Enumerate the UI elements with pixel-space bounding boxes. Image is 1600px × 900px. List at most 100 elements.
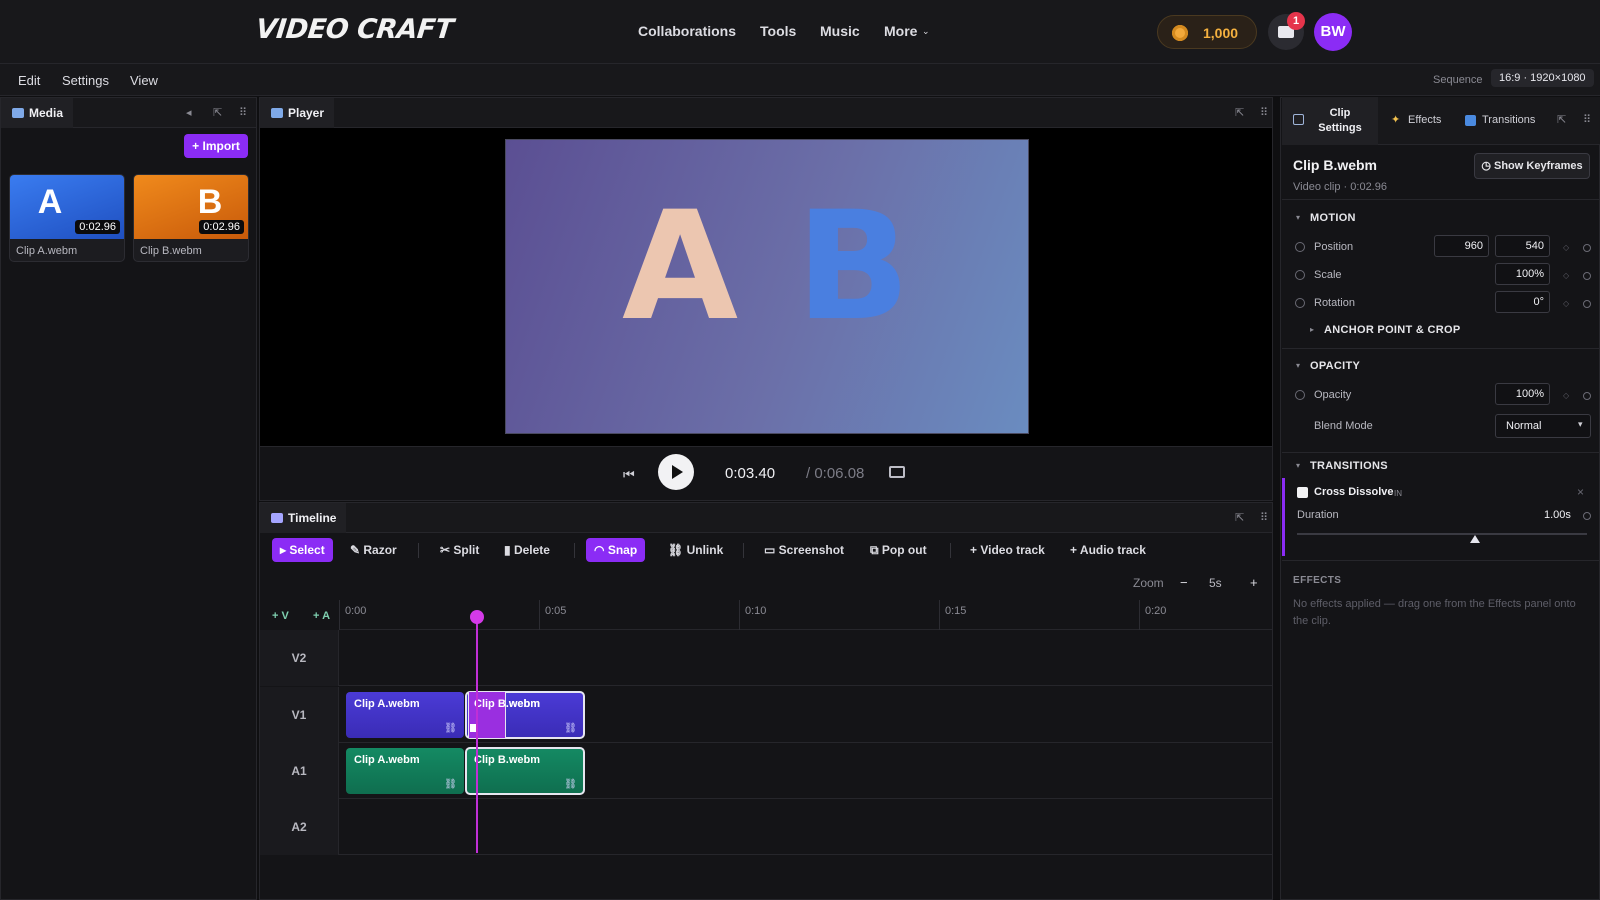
app-logo[interactable]: VIDEO CRAFT	[254, 14, 454, 45]
play-button[interactable]	[658, 454, 694, 490]
unlink-button[interactable]: ⛓ Unlink	[660, 538, 731, 562]
playhead-line[interactable]	[476, 617, 478, 853]
scale-input[interactable]: 100%	[1495, 263, 1550, 285]
tab-transitions[interactable]: Transitions	[1482, 114, 1535, 126]
import-button[interactable]: + Import	[184, 134, 248, 158]
transitions-section-header[interactable]: TRANSITIONS	[1310, 460, 1388, 472]
collapse-icon[interactable]: ◂	[186, 106, 192, 119]
zoom-in-button[interactable]: +	[1250, 575, 1258, 590]
zoom-label: Zoom	[1133, 576, 1164, 590]
drag-handle-icon[interactable]: ⠿	[1260, 106, 1268, 119]
rotation-input[interactable]: 0°	[1495, 291, 1550, 313]
sequence-value[interactable]: 16:9 · 1920×1080	[1491, 69, 1594, 87]
drag-handle-icon[interactable]: ⠿	[1260, 511, 1268, 524]
tab-player[interactable]: Player	[260, 98, 335, 128]
stopwatch-icon[interactable]	[1295, 298, 1305, 308]
close-icon[interactable]: ×	[1577, 485, 1584, 499]
reset-icon[interactable]	[1583, 300, 1591, 308]
track-header[interactable]: V2	[260, 630, 339, 686]
select-tool-button[interactable]: ▸ Select	[272, 538, 333, 562]
track-row[interactable]: A2	[260, 799, 1272, 855]
nav-more[interactable]: More	[884, 23, 917, 39]
popout-icon[interactable]: ⇱	[213, 106, 222, 119]
delete-button[interactable]: ▮ Delete	[496, 538, 558, 562]
coin-icon	[1172, 25, 1188, 41]
popout-icon[interactable]: ⇱	[1235, 106, 1244, 119]
collapse-chevron-icon[interactable]: ▾	[1296, 361, 1300, 370]
media-item[interactable]: B 0:02.96 Clip B.webm	[133, 174, 249, 262]
track-header[interactable]: A2	[260, 799, 339, 855]
add-audio-track-button[interactable]: + Audio track	[1062, 538, 1154, 562]
nav-music[interactable]: Music	[820, 23, 860, 39]
stopwatch-icon[interactable]	[1295, 390, 1305, 400]
split-button[interactable]: ✂ Split	[432, 538, 487, 562]
stopwatch-icon[interactable]	[1295, 270, 1305, 280]
anchor-crop-section-header[interactable]: ANCHOR POINT & CROP	[1324, 324, 1460, 336]
zoom-out-button[interactable]: −	[1180, 575, 1188, 590]
skip-back-icon[interactable]: ⏮	[623, 467, 635, 483]
nav-tools[interactable]: Tools	[760, 23, 796, 39]
tab-media[interactable]: Media	[1, 98, 74, 128]
nav-collaborations[interactable]: Collaborations	[638, 23, 736, 39]
drag-handle-icon[interactable]: ⠿	[239, 106, 247, 119]
menu-edit[interactable]: Edit	[18, 73, 40, 88]
popout-button[interactable]: ⧉ Pop out	[862, 538, 935, 562]
menu-view[interactable]: View	[130, 73, 158, 88]
camera-icon[interactable]	[889, 466, 905, 478]
screenshot-label: Screenshot	[778, 543, 845, 557]
sequence-label: Sequence	[1433, 74, 1483, 86]
menu-settings[interactable]: Settings	[62, 73, 109, 88]
show-keyframes-button[interactable]: ◷ Show Keyframes	[1474, 153, 1590, 179]
timeline-clip-selected[interactable]: Clip B.webm ⛓	[465, 747, 585, 795]
razor-tool-button[interactable]: ✎ Razor	[342, 538, 405, 562]
collapse-chevron-icon[interactable]: ▾	[1296, 461, 1300, 470]
transition-checkbox[interactable]	[1297, 487, 1308, 498]
track-header[interactable]: V1	[260, 687, 339, 743]
transition-duration-slider[interactable]	[1297, 533, 1587, 535]
opacity-input[interactable]: 100%	[1495, 383, 1550, 405]
media-name: Clip A.webm	[16, 245, 78, 257]
snap-toggle[interactable]: ◠ Snap	[586, 538, 646, 562]
add-video-track-button[interactable]: + Video track	[962, 538, 1053, 562]
reset-icon[interactable]	[1583, 392, 1591, 400]
position-x-input[interactable]: 960	[1434, 235, 1489, 257]
timeline-clip[interactable]: Clip A.webm ⛓	[346, 692, 464, 738]
playhead-handle[interactable]	[470, 610, 484, 624]
preview-letter-b: B	[796, 180, 911, 354]
clip-label: Clip A.webm	[354, 754, 420, 766]
tab-timeline[interactable]: Timeline	[260, 503, 347, 533]
blend-mode-select[interactable]: Normal	[1495, 414, 1591, 438]
screenshot-button[interactable]: ▭ Screenshot	[756, 538, 852, 562]
keyframe-diamond-icon[interactable]: ◇	[1563, 391, 1569, 400]
media-item[interactable]: A 0:02.96 Clip A.webm	[9, 174, 125, 262]
keyframe-diamond-icon[interactable]: ◇	[1563, 271, 1569, 280]
popout-icon[interactable]: ⇱	[1235, 511, 1244, 524]
avatar[interactable]: BW	[1314, 13, 1352, 51]
track-row[interactable]: V2	[260, 630, 1272, 686]
position-y-input[interactable]: 540	[1495, 235, 1550, 257]
track-header[interactable]: A1	[260, 743, 339, 799]
expand-chevron-icon[interactable]: ▸	[1310, 325, 1314, 334]
coin-balance[interactable]: 1,000	[1157, 15, 1257, 49]
collapse-chevron-icon[interactable]: ▾	[1296, 213, 1300, 222]
add-video-track-shortcut[interactable]: + V	[272, 610, 289, 622]
show-keyframes-label: Show Keyframes	[1494, 160, 1583, 172]
motion-section-header[interactable]: MOTION	[1310, 212, 1356, 224]
drag-handle-icon[interactable]: ⠿	[1583, 113, 1591, 126]
menu-bar: Edit Settings View Sequence 16:9 · 1920×…	[0, 64, 1600, 96]
tab-effects[interactable]: Effects	[1408, 114, 1441, 126]
video-preview[interactable]: A B	[505, 139, 1029, 434]
timeline-clip[interactable]: Clip A.webm ⛓	[346, 748, 464, 794]
reset-icon[interactable]	[1583, 272, 1591, 280]
slider-thumb[interactable]	[1470, 535, 1480, 543]
stopwatch-icon[interactable]	[1295, 242, 1305, 252]
popout-icon[interactable]: ⇱	[1557, 113, 1566, 126]
add-audio-track-shortcut[interactable]: + A	[313, 610, 330, 622]
media-name: Clip B.webm	[140, 245, 202, 257]
keyframe-diamond-icon[interactable]: ◇	[1563, 243, 1569, 252]
reset-icon[interactable]	[1583, 512, 1591, 520]
toolbar-divider	[950, 543, 951, 558]
reset-icon[interactable]	[1583, 244, 1591, 252]
opacity-section-header[interactable]: OPACITY	[1310, 360, 1360, 372]
keyframe-diamond-icon[interactable]: ◇	[1563, 299, 1569, 308]
